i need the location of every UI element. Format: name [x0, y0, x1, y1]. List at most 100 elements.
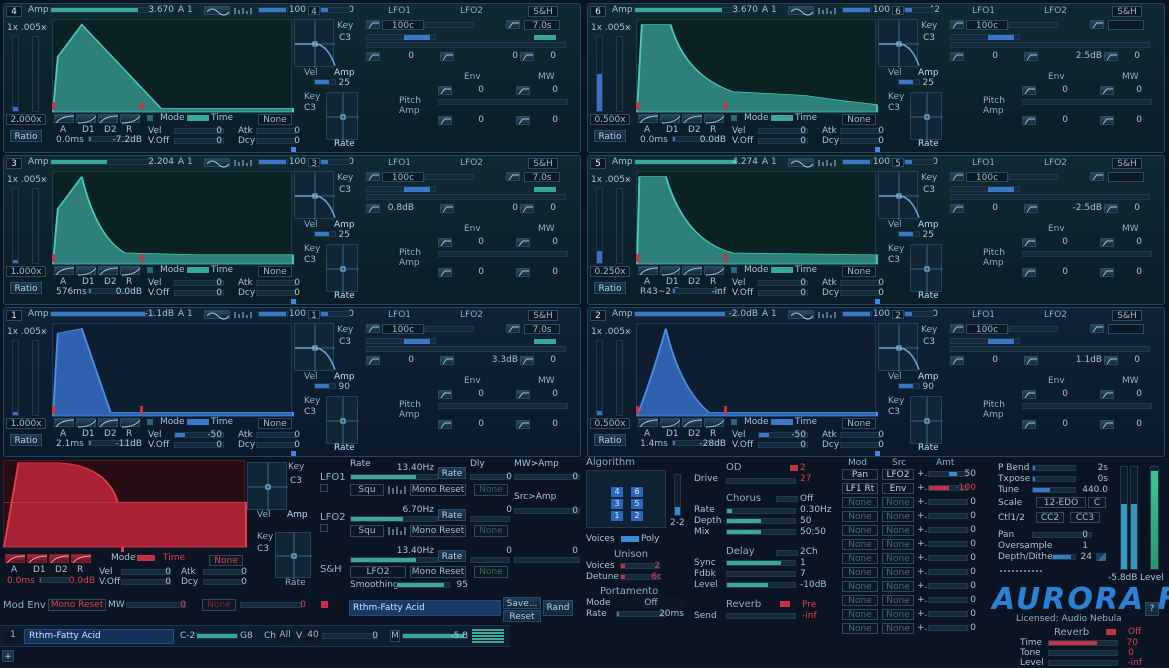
- op-index[interactable]: 1: [308, 310, 320, 319]
- dither-arrow-icon[interactable]: [1096, 553, 1106, 561]
- reverb-send-slider[interactable]: [726, 613, 796, 619]
- op-index[interactable]: 2: [892, 310, 904, 319]
- mode-none-select[interactable]: None: [842, 266, 876, 277]
- mod-env-reset[interactable]: Mono Reset: [48, 599, 106, 611]
- op-extra-slider[interactable]: [320, 7, 350, 13]
- mod-rate-xy[interactable]: [275, 532, 312, 579]
- lfo1-wave-select[interactable]: Squ: [350, 484, 384, 496]
- time-toggle[interactable]: [187, 267, 209, 273]
- op-index[interactable]: 4: [308, 6, 320, 15]
- sh-amp-shape[interactable]: [1104, 356, 1118, 365]
- mod-env-graph[interactable]: [2, 460, 247, 548]
- dither-slider[interactable]: [1052, 554, 1076, 560]
- sh-dly-slider[interactable]: [470, 557, 510, 563]
- ratio-value[interactable]: 0.500x: [590, 114, 630, 125]
- rate-key-xy[interactable]: [326, 396, 359, 445]
- mod-dest-select[interactable]: None: [842, 539, 878, 550]
- sh-shape[interactable]: [506, 172, 520, 181]
- env-amp-shape[interactable]: [438, 420, 452, 429]
- mod-polarity[interactable]: +.: [917, 469, 927, 480]
- op-number[interactable]: 2: [590, 310, 606, 321]
- ratio-button[interactable]: Ratio: [594, 434, 626, 446]
- mode-none-select[interactable]: None: [258, 266, 292, 277]
- channel-preset-name[interactable]: Rthm-Fatty Acid: [24, 629, 174, 644]
- preset-reset-button[interactable]: Reset: [503, 610, 541, 622]
- sh-none-select[interactable]: None: [474, 566, 508, 578]
- curve-a-button[interactable]: [54, 266, 75, 276]
- lfo2-rate-slider[interactable]: [350, 516, 438, 522]
- op-level-slider[interactable]: [842, 159, 872, 165]
- mod-src-select[interactable]: None: [882, 525, 914, 536]
- lfo2-pitch-slider[interactable]: [1008, 326, 1058, 332]
- op-extra-slider[interactable]: [904, 7, 934, 13]
- sh-rate[interactable]: 7.0s: [524, 20, 560, 30]
- mod-polarity[interactable]: +.: [917, 483, 927, 494]
- mod-dest-select[interactable]: None: [842, 511, 878, 522]
- loop-start-marker[interactable]: [52, 102, 55, 110]
- envelope-graph[interactable]: [636, 19, 878, 113]
- lfo1-enable[interactable]: [320, 484, 328, 492]
- env-mod-bar[interactable]: [1022, 99, 1152, 105]
- lfo2-pulse-icon[interactable]: [388, 525, 408, 537]
- lfo2-enable[interactable]: [320, 524, 328, 532]
- loop-start-marker[interactable]: [52, 254, 55, 262]
- lfo1-depth[interactable]: 100c: [966, 172, 1008, 182]
- mod-polarity[interactable]: +.: [917, 595, 927, 606]
- curve-r-button[interactable]: [120, 418, 141, 428]
- mod-polarity[interactable]: +.: [917, 539, 927, 550]
- lfo1-shape[interactable]: [950, 324, 964, 333]
- mod-dest-select[interactable]: None: [842, 623, 878, 634]
- lfo1-amp-shape[interactable]: [950, 204, 964, 213]
- mod-src-select[interactable]: None: [882, 581, 914, 592]
- channel-select[interactable]: All: [277, 630, 293, 642]
- lfo1-depth[interactable]: 100c: [382, 324, 424, 334]
- mod-env-marker[interactable]: [121, 547, 124, 552]
- op-level-slider[interactable]: [258, 159, 288, 165]
- loop-start-marker[interactable]: [636, 254, 639, 262]
- sh-shape[interactable]: [1090, 172, 1104, 181]
- sh-shape[interactable]: [1090, 20, 1104, 29]
- rate-key-xy[interactable]: [910, 396, 943, 445]
- mod-src-select[interactable]: LFO2: [882, 469, 914, 480]
- sh-rate[interactable]: [1108, 324, 1144, 334]
- sh-rate[interactable]: [1108, 20, 1144, 30]
- rate-key-xy[interactable]: [326, 92, 359, 141]
- delay-sync-slider[interactable]: [726, 560, 796, 566]
- reverb2-toggle[interactable]: [1106, 629, 1116, 635]
- key-scale-xy[interactable]: [878, 323, 920, 372]
- mw-pitch-shape[interactable]: [516, 238, 530, 247]
- mod-curve-r-button[interactable]: [71, 554, 92, 564]
- op-a-select[interactable]: A 1: [762, 5, 777, 16]
- mod-dest-select[interactable]: None: [842, 609, 878, 620]
- curve-a-button[interactable]: [54, 114, 75, 124]
- drive-slider[interactable]: [726, 478, 796, 484]
- envelope-graph[interactable]: [52, 171, 294, 265]
- lfo-amp-bar[interactable]: [366, 42, 566, 48]
- lfo-amp-bar[interactable]: [950, 346, 1150, 352]
- lfo2-pitch-slider[interactable]: [1008, 22, 1058, 28]
- loop-start-marker[interactable]: [636, 102, 639, 110]
- amp-vel-slider[interactable]: [314, 79, 336, 85]
- sh-amp-shape[interactable]: [520, 356, 534, 365]
- algo-slider[interactable]: [674, 474, 681, 516]
- loop-start-marker[interactable]: [636, 406, 639, 414]
- mod-polarity[interactable]: +.: [917, 497, 927, 508]
- chorus-mix-slider[interactable]: [726, 529, 796, 535]
- mod-none-select[interactable]: None: [209, 555, 243, 566]
- reverb2-level-slider[interactable]: [1048, 660, 1118, 666]
- op-level-slider[interactable]: [258, 311, 288, 317]
- amp-vel-slider[interactable]: [898, 79, 920, 85]
- curve-d2-button[interactable]: [682, 114, 703, 124]
- lfo2-amp-shape[interactable]: [1024, 52, 1038, 61]
- op-extra-slider[interactable]: [904, 311, 934, 317]
- mod-time-toggle[interactable]: [137, 555, 155, 561]
- mod-polarity[interactable]: +.: [917, 553, 927, 564]
- mode-indicator[interactable]: [731, 267, 737, 273]
- mod-polarity[interactable]: +.: [917, 581, 927, 592]
- sh-mw-slider[interactable]: [514, 557, 580, 563]
- env-mod-bar[interactable]: [438, 251, 568, 257]
- key-range-slider[interactable]: [196, 633, 238, 639]
- pulse-icon[interactable]: [818, 6, 840, 15]
- rate-key-xy[interactable]: [910, 92, 943, 141]
- delay-toggle[interactable]: [776, 550, 798, 556]
